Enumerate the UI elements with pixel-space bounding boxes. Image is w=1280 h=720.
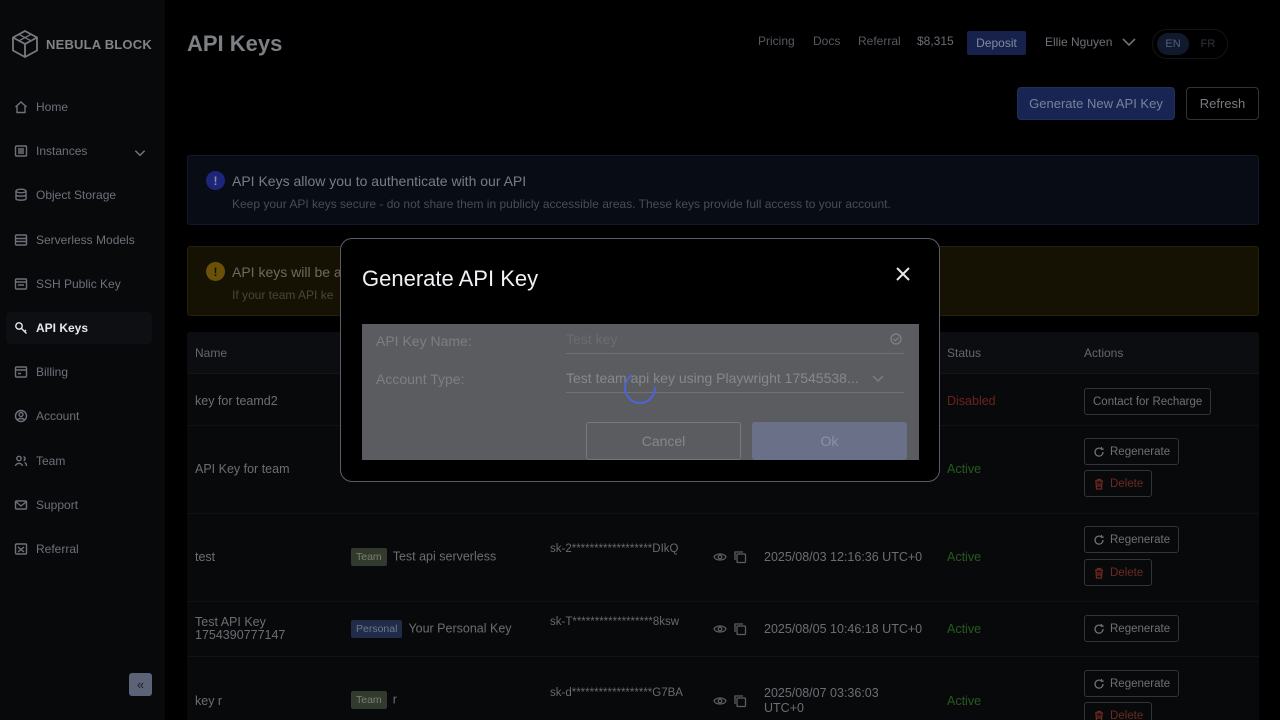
layers-icon	[14, 233, 28, 246]
sidebar-item-label: Instances	[36, 144, 88, 159]
terminal-icon	[14, 278, 28, 290]
team-icon	[14, 455, 28, 466]
loading-spinner-icon	[624, 372, 656, 404]
sidebar-item-label: Object Storage	[36, 188, 117, 203]
sidebar-item-label: Home	[36, 100, 69, 115]
sidebar-item-label: Account	[36, 409, 80, 424]
sidebar-item-label: Support	[36, 497, 79, 512]
account-type-select[interactable]: Test team api key using Playwright 17545…	[566, 363, 904, 393]
chevron-down-icon	[872, 375, 884, 382]
billing-icon	[14, 366, 28, 378]
sidebar-item-label: SSH Public Key	[36, 276, 121, 291]
api-key-name-input[interactable]: Test key	[566, 324, 904, 354]
home-icon	[15, 101, 27, 114]
selected-value: Test team api key using Playwright 17545…	[566, 370, 859, 386]
sidebar-item-label: Referral	[36, 541, 79, 556]
sidebar-item-label: Team	[36, 453, 66, 468]
check-circle-icon	[890, 333, 902, 345]
mail-icon	[14, 500, 28, 510]
close-icon[interactable]	[894, 265, 912, 283]
account-type-label: Account Type:	[376, 371, 465, 387]
dialog-form: API Key Name: Test key Account Type: Tes…	[362, 324, 919, 460]
generate-api-key-dialog: Generate API Key API Key Name: Test key …	[340, 238, 940, 482]
dialog-title: Generate API Key	[362, 266, 539, 291]
referral-icon	[14, 543, 28, 555]
key-icon	[15, 322, 27, 335]
input-placeholder: Test key	[566, 331, 618, 347]
account-icon	[14, 410, 28, 423]
api-key-name-label: API Key Name:	[376, 333, 472, 349]
server-icon	[14, 145, 28, 157]
sidebar-item-label: API Keys	[36, 321, 89, 336]
sidebar-item-label: Serverless Models	[36, 232, 135, 247]
cancel-button[interactable]: Cancel	[586, 422, 741, 460]
chevron-down-icon[interactable]	[133, 146, 147, 160]
database-icon	[15, 188, 27, 202]
sidebar-item-label: Billing	[36, 365, 69, 380]
ok-button[interactable]: Ok	[752, 422, 907, 460]
